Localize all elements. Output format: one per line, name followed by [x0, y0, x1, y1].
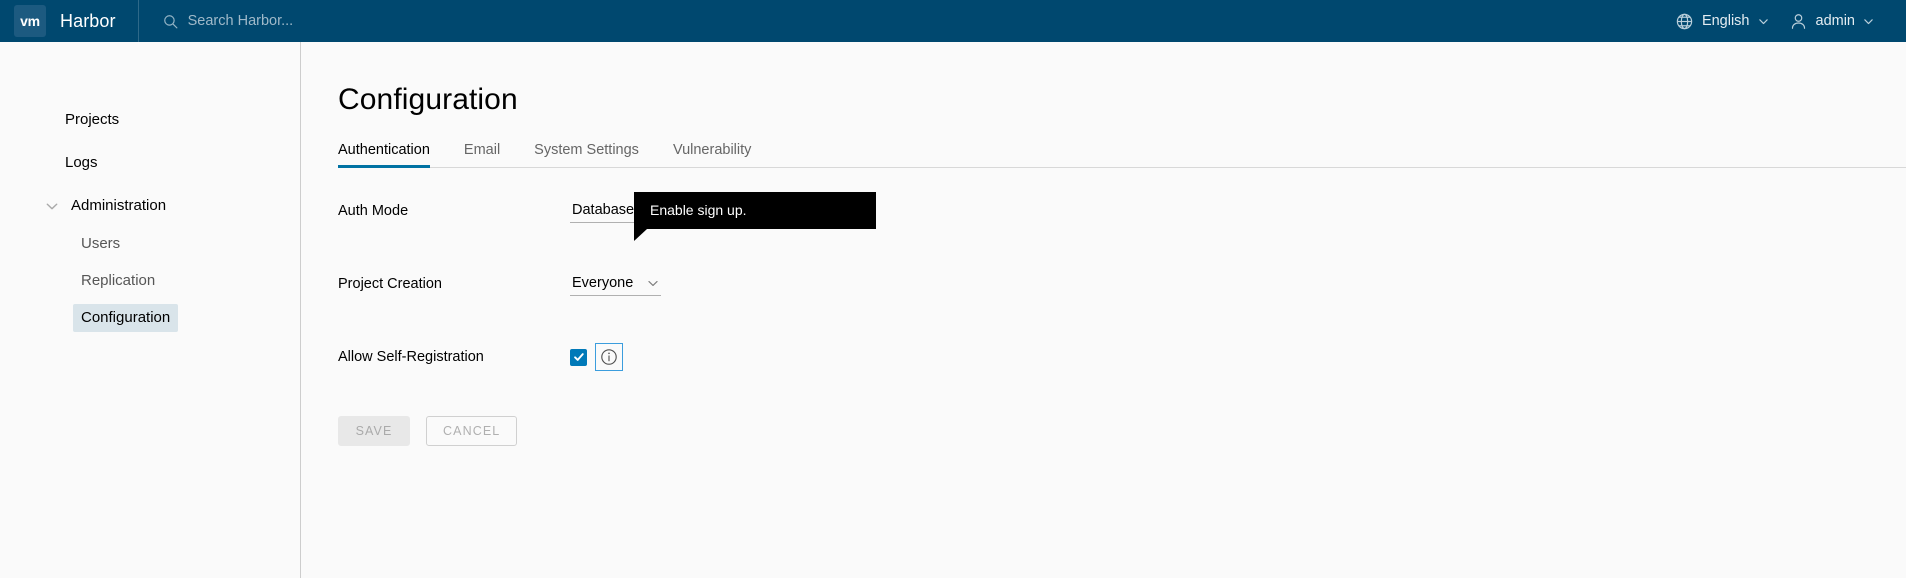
- search-input[interactable]: [187, 7, 448, 35]
- app-header: vm Harbor English: [0, 0, 1906, 42]
- chevron-down-icon: [1758, 18, 1768, 24]
- user-icon: [1791, 13, 1805, 29]
- sidebar-item-label: Logs: [65, 154, 98, 171]
- sidebar-item-replication[interactable]: Replication: [0, 267, 300, 295]
- save-button[interactable]: SAVE: [338, 416, 410, 446]
- info-circle-icon: [601, 349, 617, 365]
- vmware-logo-icon: vm: [14, 5, 46, 37]
- search-icon: [163, 14, 178, 28]
- tooltip-enable-sign-up: Enable sign up.: [634, 192, 876, 241]
- app-title: Harbor: [60, 10, 116, 31]
- auth-mode-row: Auth Mode Database: [338, 197, 1906, 225]
- project-creation-select[interactable]: Everyone: [570, 273, 662, 296]
- cancel-button[interactable]: CANCEL: [426, 416, 518, 446]
- project-creation-value: Everyone: [572, 274, 634, 291]
- sidebar-item-administration[interactable]: Administration: [0, 192, 300, 220]
- header-right-controls: English admin: [1665, 0, 1906, 42]
- sidebar-item-users[interactable]: Users: [0, 230, 300, 258]
- tab-vulnerability[interactable]: Vulnerability: [673, 142, 751, 168]
- language-label: English: [1701, 13, 1750, 29]
- self-registration-label: Allow Self-Registration: [338, 349, 484, 365]
- sidebar-item-label: Administration: [71, 197, 167, 214]
- sidebar-item-label: Users: [81, 235, 121, 252]
- account-label: admin: [1815, 13, 1856, 29]
- form-actions: SAVE CANCEL: [338, 416, 1906, 446]
- chevron-down-icon: [648, 280, 658, 286]
- vmware-logo-text: vm: [20, 13, 40, 29]
- sidebar-item-logs[interactable]: Logs: [0, 149, 300, 177]
- chevron-down-icon: [1864, 18, 1873, 24]
- sidebar-item-label: Projects: [65, 111, 120, 128]
- tab-system-settings[interactable]: System Settings: [534, 142, 639, 168]
- self-registration-info-button[interactable]: [595, 343, 623, 371]
- main-content: Configuration Authentication Email Syste…: [302, 42, 1906, 578]
- sidebar-item-configuration[interactable]: Configuration: [0, 304, 300, 332]
- tab-authentication[interactable]: Authentication: [338, 142, 430, 168]
- chevron-down-icon: [46, 203, 58, 210]
- sidebar-item-projects[interactable]: Projects: [0, 106, 300, 134]
- brand-area[interactable]: vm Harbor: [0, 0, 134, 42]
- account-menu[interactable]: admin: [1779, 0, 1885, 42]
- header-divider: [137, 0, 139, 42]
- globe-icon: [1676, 13, 1693, 29]
- search-area[interactable]: [162, 0, 448, 42]
- sidebar-item-label: Configuration: [73, 304, 179, 332]
- project-creation-row: Project Creation Everyone Enable sign up…: [338, 192, 1906, 298]
- authentication-form: Auth Mode Database Project Creation Ever…: [338, 192, 1906, 446]
- checkmark-icon: [573, 353, 584, 361]
- tab-email[interactable]: Email: [464, 142, 500, 168]
- auth-mode-value: Database: [572, 201, 635, 218]
- sidebar-nav: Projects Logs Administration Users Repli…: [0, 42, 301, 578]
- project-creation-label: Project Creation: [338, 276, 442, 292]
- self-registration-row: Allow Self-Registration: [338, 343, 1906, 371]
- sidebar-item-label: Replication: [81, 272, 156, 289]
- tab-bar: Authentication Email System Settings Vul…: [338, 137, 1906, 168]
- auth-mode-label: Auth Mode: [338, 203, 409, 219]
- language-selector[interactable]: English: [1665, 0, 1779, 42]
- page-title: Configuration: [338, 83, 518, 116]
- tooltip-text: Enable sign up.: [650, 202, 747, 218]
- self-registration-checkbox[interactable]: [570, 348, 587, 366]
